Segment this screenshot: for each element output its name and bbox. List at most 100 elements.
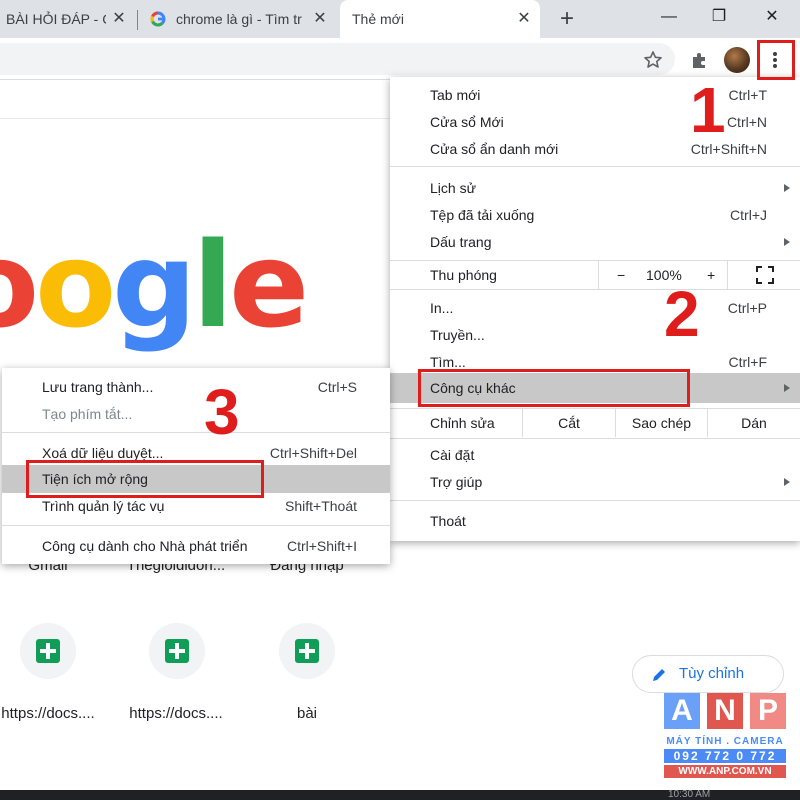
- close-tab-icon[interactable]: ✕: [516, 11, 532, 27]
- anp-watermark-logo: A N P MÁY TÍNH . CAMERA 092 772 0 772 WW…: [664, 693, 786, 785]
- tab-separator: [137, 10, 138, 30]
- zoom-out-button[interactable]: −: [617, 261, 625, 289]
- close-tab-icon[interactable]: ✕: [111, 11, 127, 27]
- customize-button[interactable]: Tùy chỉnh: [632, 655, 784, 693]
- menu-item-label: Tệp đã tải xuống: [430, 207, 535, 223]
- highlight-box-menu-button: [757, 40, 795, 80]
- bookmark-star-icon[interactable]: [643, 50, 663, 70]
- tab-chrome-la-gi[interactable]: chrome là gì - Tìm tr ✕: [140, 0, 336, 38]
- menu-separator: [390, 166, 800, 167]
- google-logo: oogle: [0, 216, 309, 354]
- zoom-label: Thu phóng: [430, 267, 497, 283]
- menu-item-incognito[interactable]: Cửa sổ ẩn danh mới Ctrl+Shift+N: [390, 136, 800, 163]
- minimize-button[interactable]: —: [656, 6, 682, 30]
- logo-tagline: MÁY TÍNH . CAMERA: [666, 736, 784, 747]
- shortcut-tile[interactable]: [20, 623, 76, 679]
- menu-item-label: Công cụ dành cho Nhà phát triển: [42, 538, 248, 554]
- menu-item-label: Thoát: [430, 513, 466, 529]
- menu-item-downloads[interactable]: Tệp đã tải xuống Ctrl+J: [390, 202, 800, 229]
- edit-label: Chỉnh sửa: [430, 415, 495, 431]
- logo-letter: P: [750, 693, 786, 729]
- step-number-1: 1: [690, 74, 726, 146]
- docs-plus-icon: [36, 639, 60, 663]
- extensions-puzzle-icon[interactable]: [690, 50, 710, 70]
- restore-button[interactable]: ❐: [706, 6, 732, 30]
- shortcut-tile[interactable]: [149, 623, 205, 679]
- logo-letter: N: [707, 693, 743, 729]
- tab-the-moi[interactable]: Thẻ mới ✕: [340, 0, 540, 38]
- close-tab-icon[interactable]: ✕: [312, 11, 328, 27]
- zoom-row: Thu phóng − 100% +: [390, 261, 800, 289]
- tab-strip: BÀI HỎI ĐÁP - C ✕ chrome là gì - Tìm tr …: [0, 0, 800, 38]
- shortcut-tile[interactable]: [279, 623, 335, 679]
- menu-separator: [2, 432, 390, 433]
- customize-label: Tùy chỉnh: [679, 665, 745, 682]
- highlight-box-extensions: [26, 460, 264, 498]
- step-number-3: 3: [204, 376, 240, 448]
- menu-item-label: Cửa sổ Mới: [430, 114, 504, 130]
- google-favicon-icon: [150, 11, 166, 27]
- menu-item-exit[interactable]: Thoát: [390, 508, 800, 535]
- menu-item-shortcut: Ctrl+Shift+I: [286, 538, 357, 554]
- submenu-item-developer-tools[interactable]: Công cụ dành cho Nhà phát triển Ctrl+Shif…: [2, 533, 390, 560]
- shortcut-label[interactable]: bài: [247, 705, 367, 722]
- browser-window: BÀI HỎI ĐÁP - C ✕ chrome là gì - Tìm tr …: [0, 0, 800, 800]
- close-window-button[interactable]: ✕: [759, 6, 785, 30]
- submenu-arrow-icon: [784, 238, 790, 246]
- toolbar: [0, 38, 800, 80]
- edit-row: Chỉnh sửa Cắt Sao chép Dán: [390, 409, 800, 437]
- new-tab-button[interactable]: +: [555, 7, 579, 32]
- menu-item-label: Lưu trang thành...: [42, 379, 154, 395]
- menu-item-label: Tạo phím tắt...: [42, 406, 133, 422]
- menu-item-shortcut: Shift+Thoát: [285, 498, 357, 514]
- menu-item-settings[interactable]: Cài đặt: [390, 442, 800, 469]
- menu-item-print[interactable]: In... Ctrl+P: [390, 295, 800, 322]
- submenu-arrow-icon: [784, 478, 790, 486]
- submenu-arrow-icon: [784, 384, 790, 392]
- paste-button[interactable]: Dán: [707, 409, 800, 437]
- shortcut-label[interactable]: https://docs....: [0, 705, 108, 722]
- menu-item-history[interactable]: Lịch sử: [390, 175, 800, 202]
- submenu-arrow-icon: [784, 184, 790, 192]
- menu-item-label: In...: [430, 300, 454, 316]
- menu-separator: [390, 500, 800, 501]
- menu-separator: [390, 289, 800, 290]
- menu-item-shortcut: Ctrl+N: [726, 114, 767, 130]
- menu-item-shortcut: Ctrl+P: [727, 300, 767, 316]
- step-number-2: 2: [664, 278, 700, 350]
- taskbar-clock: 10:30 AM: [668, 789, 711, 800]
- zoom-in-button[interactable]: +: [707, 261, 715, 289]
- cut-button[interactable]: Cắt: [522, 409, 615, 437]
- menu-item-label: Trợ giúp: [430, 474, 483, 490]
- menu-separator: [390, 438, 800, 439]
- menu-item-help[interactable]: Trợ giúp: [390, 469, 800, 496]
- menu-item-shortcut: Ctrl+J: [730, 207, 767, 223]
- zoom-controls: − 100% +: [598, 261, 728, 289]
- menu-item-label: Cài đặt: [430, 447, 475, 463]
- menu-item-new-window[interactable]: Cửa sổ Mới Ctrl+N: [390, 109, 800, 136]
- copy-button[interactable]: Sao chép: [615, 409, 707, 437]
- tab-title: Thẻ mới: [352, 11, 404, 27]
- profile-avatar[interactable]: [724, 47, 750, 73]
- logo-phone: 092 772 0 772: [664, 749, 786, 763]
- submenu-item-save-page[interactable]: Lưu trang thành... Ctrl+S: [2, 374, 390, 401]
- submenu-item-create-shortcut[interactable]: Tạo phím tắt...: [2, 401, 390, 428]
- menu-item-label: Dấu trang: [430, 234, 492, 250]
- fullscreen-icon[interactable]: [756, 266, 774, 284]
- divider: [0, 118, 395, 119]
- logo-letter: A: [664, 693, 700, 729]
- menu-item-cast[interactable]: Truyền...: [390, 322, 800, 349]
- menu-item-label: Tab mới: [430, 87, 481, 103]
- shortcut-label[interactable]: https://docs....: [116, 705, 236, 722]
- docs-plus-icon: [165, 639, 189, 663]
- logo-website: WWW.ANP.COM.VN: [664, 765, 786, 778]
- tab-bai-hoi-dap[interactable]: BÀI HỎI ĐÁP - C ✕: [0, 0, 135, 38]
- menu-item-new-tab[interactable]: Tab mới Ctrl+T: [390, 82, 800, 109]
- menu-item-shortcut: Ctrl+T: [728, 87, 768, 103]
- menu-item-shortcut: Ctrl+S: [317, 379, 357, 395]
- menu-item-shortcut: Ctrl+F: [728, 354, 768, 370]
- logo-letter: o: [0, 216, 39, 354]
- address-bar[interactable]: [0, 43, 675, 75]
- menu-item-label: Truyền...: [430, 327, 485, 343]
- menu-item-bookmarks[interactable]: Dấu trang: [390, 229, 800, 256]
